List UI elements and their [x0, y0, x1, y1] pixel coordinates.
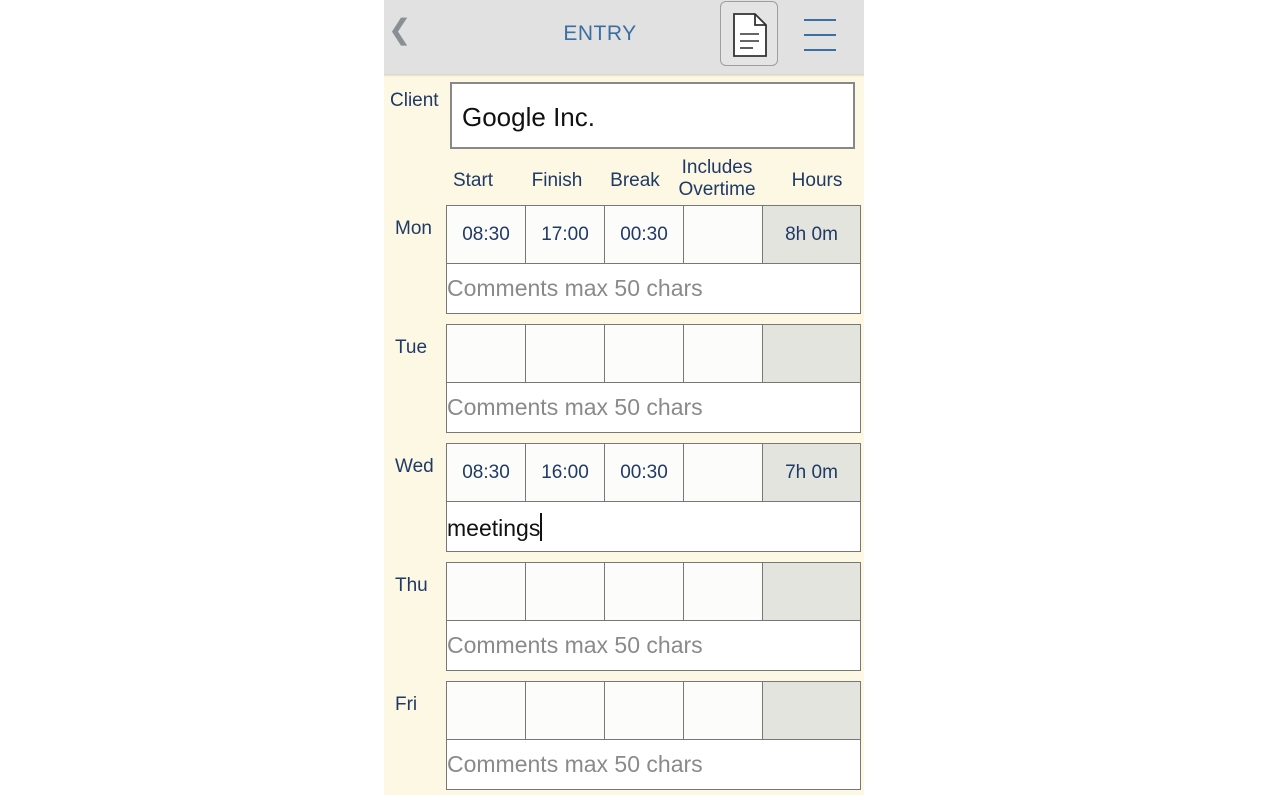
overtime-input[interactable] [684, 325, 763, 382]
finish-time-input[interactable]: 17:00 [526, 206, 605, 263]
hours-total [763, 682, 860, 739]
day-label-tue: Tue [395, 337, 428, 358]
hours-total: 7h 0m [763, 444, 860, 501]
client-field[interactable]: Google Inc. [450, 82, 855, 149]
day-row-fri [446, 681, 861, 740]
hours-total [763, 563, 860, 620]
start-time-input[interactable] [447, 325, 526, 382]
day-row-wed: 08:30 16:00 00:30 7h 0m [446, 443, 861, 502]
day-label-fri: Fri [395, 694, 418, 715]
day-label-wed: Wed [395, 456, 434, 477]
top-bar: ❮ ENTRY [384, 0, 864, 74]
column-header-overtime: Includes Overtime [676, 157, 758, 201]
day-row-tue [446, 324, 861, 383]
finish-time-input[interactable] [526, 325, 605, 382]
break-time-input[interactable] [605, 682, 684, 739]
column-header-break: Break [610, 170, 660, 191]
topbar-divider [384, 74, 864, 77]
hours-total: 8h 0m [763, 206, 860, 263]
day-label-thu: Thu [395, 575, 428, 596]
break-time-input[interactable]: 00:30 [605, 444, 684, 501]
overtime-input[interactable] [684, 444, 763, 501]
break-time-input[interactable] [605, 563, 684, 620]
start-time-input[interactable] [447, 563, 526, 620]
finish-time-input[interactable] [526, 563, 605, 620]
hours-total [763, 325, 860, 382]
comment-text: meetings [447, 515, 541, 541]
overtime-input[interactable] [684, 682, 763, 739]
comment-input-fri[interactable]: Comments max 50 chars [446, 740, 861, 790]
report-button[interactable] [720, 1, 778, 66]
break-time-input[interactable]: 00:30 [605, 206, 684, 263]
overtime-input[interactable] [684, 206, 763, 263]
day-row-thu [446, 562, 861, 621]
column-header-finish: Finish [531, 170, 583, 191]
start-time-input[interactable]: 08:30 [447, 444, 526, 501]
overtime-input[interactable] [684, 563, 763, 620]
comment-input-mon[interactable]: Comments max 50 chars [446, 264, 861, 314]
comment-input-tue[interactable]: Comments max 50 chars [446, 383, 861, 433]
hamburger-menu-icon[interactable] [804, 17, 838, 53]
column-header-hours: Hours [791, 170, 843, 191]
start-time-input[interactable] [447, 682, 526, 739]
column-header-start: Start [452, 170, 494, 191]
day-row-mon: 08:30 17:00 00:30 8h 0m [446, 205, 861, 264]
finish-time-input[interactable]: 16:00 [526, 444, 605, 501]
finish-time-input[interactable] [526, 682, 605, 739]
client-label: Client [390, 90, 439, 111]
break-time-input[interactable] [605, 325, 684, 382]
text-cursor [540, 513, 543, 541]
day-label-mon: Mon [395, 218, 432, 239]
column-header-overtime-line2: Overtime [678, 179, 756, 200]
document-icon [733, 13, 767, 57]
comment-input-wed[interactable]: meetings [446, 502, 861, 552]
start-time-input[interactable]: 08:30 [447, 206, 526, 263]
comment-input-thu[interactable]: Comments max 50 chars [446, 621, 861, 671]
timesheet-screen: ❮ ENTRY Client Google Inc. Start Finish … [384, 0, 864, 795]
column-header-overtime-line1: Includes [681, 157, 753, 178]
